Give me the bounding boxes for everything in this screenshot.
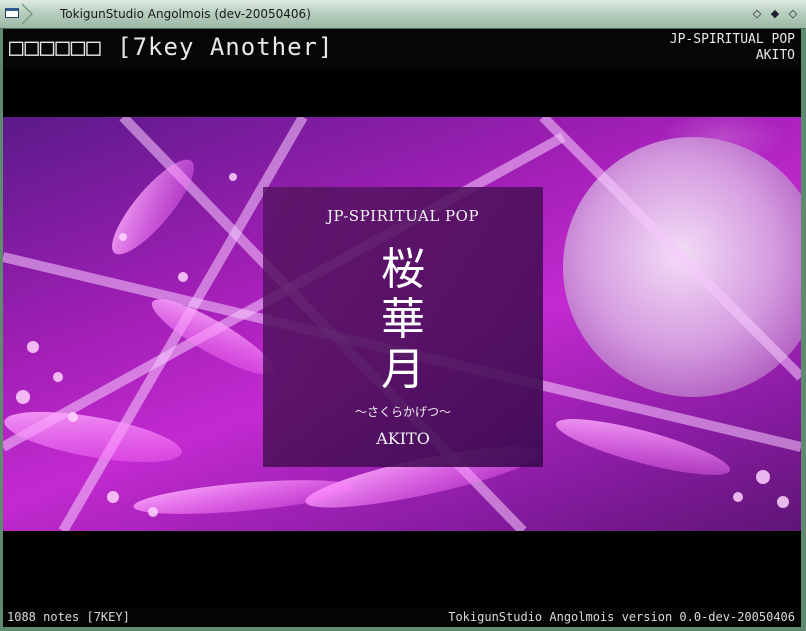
jacket-title-char: 月 [381, 344, 425, 395]
version-string: TokigunStudio Angolmois version 0.0-dev-… [448, 610, 795, 624]
song-genre: JP-SPIRITUAL POP [669, 32, 795, 47]
close-icon[interactable]: ◇ [786, 7, 800, 21]
jacket-artist: AKITO [376, 429, 430, 448]
jacket-title-char: 華 [381, 294, 425, 345]
window-controls: ◇ ◆ ◇ [750, 7, 800, 21]
status-bar: 1088 notes [7KEY] TokigunStudio Angolmoi… [3, 607, 801, 627]
app-window: TokigunStudio Angolmois (dev-20050406) ◇… [0, 0, 806, 631]
song-header: □□□□□□ [7key Another] JP-SPIRITUAL POP A… [3, 29, 801, 69]
album-jacket: JP-SPIRITUAL POP 桜 華 月 ～さくらかげつ～ AKITO [263, 187, 543, 467]
titlebar-notch-icon [22, 3, 34, 25]
jacket-genre: JP-SPIRITUAL POP [326, 207, 480, 225]
title-bar[interactable]: TokigunStudio Angolmois (dev-20050406) ◇… [0, 0, 806, 29]
stage-banner-image: JP-SPIRITUAL POP 桜 華 月 ～さくらかげつ～ AKITO [3, 117, 801, 531]
window-title: TokigunStudio Angolmois (dev-20050406) [60, 7, 311, 21]
song-artist: AKITO [755, 48, 795, 63]
jacket-title-char: 桜 [381, 244, 425, 295]
song-title: □□□□□□ [7key Another] [9, 33, 334, 61]
jacket-title: 桜 華 月 [263, 245, 543, 395]
jacket-reading: ～さくらかげつ～ [354, 405, 451, 419]
game-screen: □□□□□□ [7key Another] JP-SPIRITUAL POP A… [3, 29, 801, 627]
window-menu-icon[interactable] [5, 8, 19, 18]
minimize-icon[interactable]: ◇ [750, 7, 764, 21]
note-count: 1088 notes [7KEY] [7, 610, 130, 624]
maximize-icon[interactable]: ◆ [768, 7, 782, 21]
